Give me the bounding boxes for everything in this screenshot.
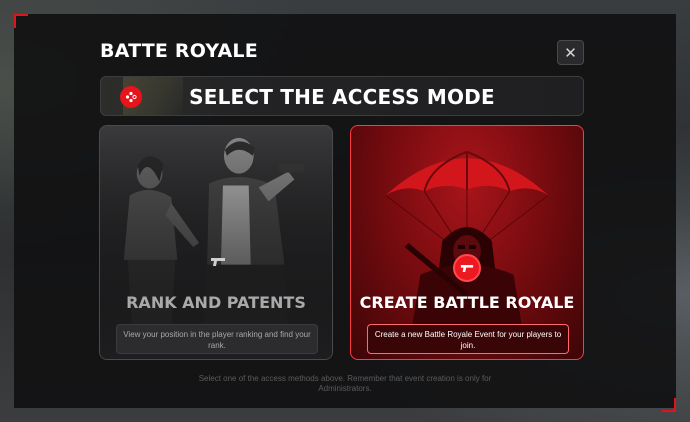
- card-description: Create a new Battle Royale Event for you…: [367, 324, 569, 354]
- card-title: CREATE BATTLE ROYALE: [359, 293, 575, 312]
- corner-accent-bottom-right: [662, 398, 676, 412]
- rank-and-patents-card[interactable]: RANK AND PATENTS View your position in t…: [99, 125, 333, 360]
- card-description: View your position in the player ranking…: [116, 324, 318, 354]
- access-mode-banner: SELECT THE ACCESS MODE: [100, 76, 584, 116]
- close-icon: ✕: [564, 44, 577, 62]
- footer-note: Select one of the access methods above. …: [198, 374, 492, 393]
- corner-accent-top-left: [14, 14, 28, 28]
- mode-title: SELECT THE ACCESS MODE: [189, 85, 495, 109]
- create-battle-royale-card[interactable]: CREATE BATTLE ROYALE Create a new Battle…: [350, 125, 584, 360]
- card-title: RANK AND PATENTS: [126, 293, 306, 312]
- pistol-icon: [453, 254, 481, 282]
- window-title: BATTE ROYALE: [100, 40, 258, 62]
- pistol-icon: [211, 258, 225, 266]
- close-button[interactable]: ✕: [557, 40, 584, 65]
